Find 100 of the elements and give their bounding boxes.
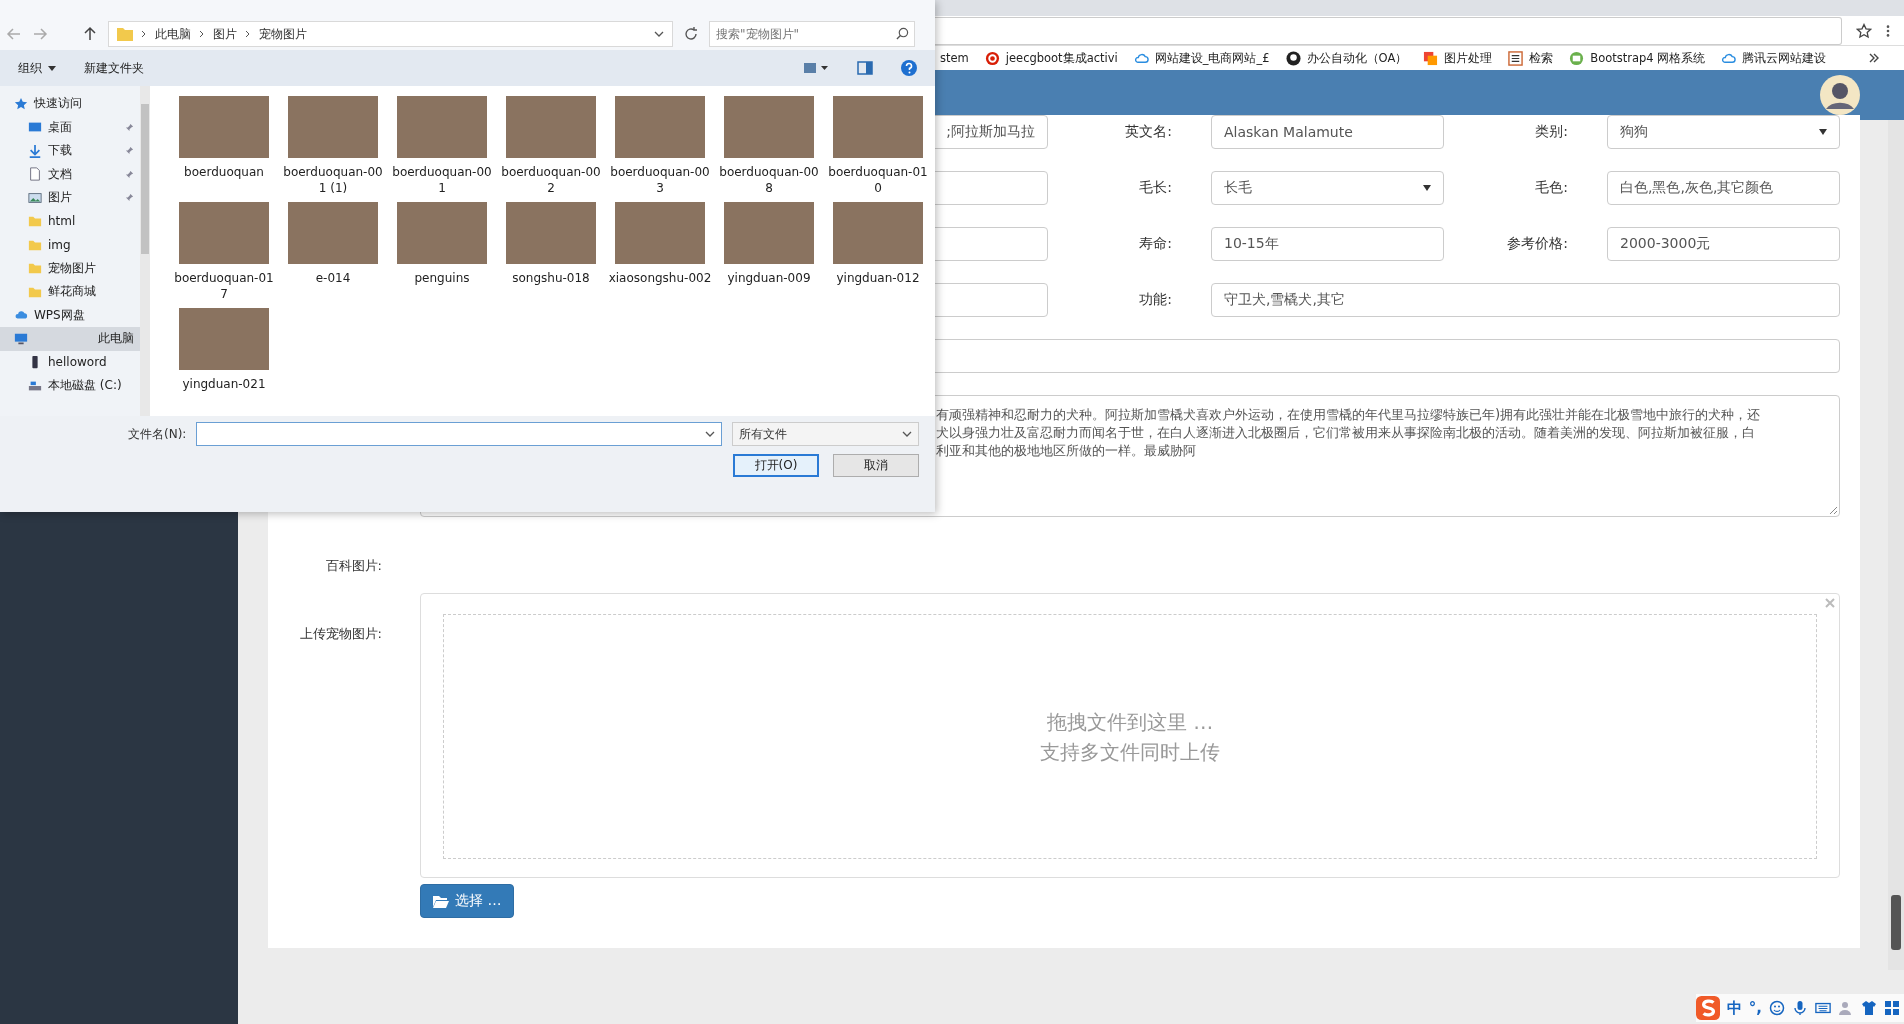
- file-item[interactable]: boerduoquan-001: [390, 96, 494, 196]
- star-icon: [14, 96, 28, 111]
- new-folder-button[interactable]: 新建文件夹: [84, 59, 144, 77]
- select-field[interactable]: 狗狗: [1607, 115, 1840, 149]
- caret-icon[interactable]: [1819, 129, 1827, 135]
- nav-item[interactable]: img: [0, 233, 150, 257]
- chevron-icon[interactable]: [141, 30, 147, 38]
- file-type-select[interactable]: 所有文件: [732, 422, 919, 446]
- bookmark-link[interactable]: Bootstrap4 网格系统: [1569, 50, 1706, 66]
- nav-item[interactable]: 桌面: [0, 115, 150, 139]
- file-item[interactable]: songshu-018: [499, 202, 603, 302]
- file-item[interactable]: boerduoquan-002: [499, 96, 603, 196]
- file-item[interactable]: boerduoquan-003: [608, 96, 712, 196]
- input-field[interactable]: 2000-3000元: [1607, 227, 1840, 261]
- file-item[interactable]: yingduan-021: [172, 308, 276, 392]
- input-field[interactable]: 守卫犬,雪橇犬,其它: [1211, 283, 1840, 317]
- nav-item[interactable]: 图片: [0, 186, 150, 210]
- document-icon[interactable]: [1508, 50, 1524, 66]
- filename-label: 文件名(N):: [128, 425, 187, 443]
- file-item[interactable]: xiaosongshu-002: [608, 202, 712, 302]
- input-field[interactable]: Alaskan Malamute: [1211, 115, 1444, 149]
- preview-pane-icon[interactable]: [857, 60, 873, 76]
- star-icon[interactable]: [1856, 22, 1872, 39]
- caret-icon[interactable]: [902, 431, 912, 437]
- file-item[interactable]: boerduoquan-017: [172, 202, 276, 302]
- bookmark-link[interactable]: stem: [940, 51, 969, 65]
- bookmark-link[interactable]: 网站建设_电商网站_£: [1133, 50, 1270, 66]
- file-item[interactable]: yingduan-012: [826, 202, 930, 302]
- nav-item[interactable]: html: [0, 209, 150, 233]
- file-item[interactable]: penguins: [390, 202, 494, 302]
- chevron-icon[interactable]: [1868, 52, 1880, 64]
- input-mode-toggle[interactable]: 中: [1726, 998, 1742, 1018]
- bookmark-link[interactable]: jeecgboot集成activi: [984, 50, 1118, 66]
- squares-icon[interactable]: [1423, 50, 1439, 66]
- grid-icon[interactable]: [1884, 1000, 1900, 1016]
- search-field[interactable]: 搜索"宠物图片": [709, 21, 915, 47]
- avatar-icon[interactable]: [1820, 75, 1860, 115]
- path-bar[interactable]: 此电脑 图片 宠物图片: [108, 21, 673, 47]
- search-icon[interactable]: [896, 27, 909, 40]
- view-icon[interactable]: [803, 61, 829, 75]
- nav-item[interactable]: 宠物图片: [0, 256, 150, 280]
- nav-item[interactable]: 文档: [0, 162, 150, 186]
- nav-item[interactable]: 鲜花商城: [0, 280, 150, 304]
- keyboard-icon[interactable]: [1815, 1000, 1831, 1016]
- scrollbar[interactable]: [1888, 120, 1904, 970]
- field-label: 百科图片:: [324, 557, 383, 575]
- chevron-icon[interactable]: [245, 30, 251, 38]
- drop-hint: 支持多文件同时上传: [1040, 738, 1220, 766]
- file-item[interactable]: boerduoquan: [172, 96, 276, 196]
- bookmark-link[interactable]: 腾讯云网站建设: [1721, 50, 1827, 66]
- up-arrow-icon[interactable]: [82, 26, 98, 42]
- shirt-icon[interactable]: [1861, 1000, 1877, 1016]
- caret-icon[interactable]: [705, 431, 716, 437]
- path-segment[interactable]: 图片: [213, 25, 237, 43]
- nav-item[interactable]: 本地磁盘 (C:): [0, 374, 150, 398]
- bookmark-link[interactable]: 办公自动化（OA）: [1285, 50, 1408, 66]
- file-item[interactable]: boerduoquan-008: [717, 96, 821, 196]
- caret-icon[interactable]: [1423, 185, 1431, 191]
- pin-icon[interactable]: [125, 122, 134, 132]
- file-item[interactable]: boerduoquan-001 (1): [281, 96, 385, 196]
- field-label: 毛长:: [1138, 179, 1173, 197]
- pin-icon[interactable]: [125, 169, 134, 179]
- choose-button[interactable]: 选择 …: [420, 884, 515, 918]
- organize-menu[interactable]: 组织: [18, 59, 56, 77]
- help-icon[interactable]: [901, 60, 917, 76]
- filename-field[interactable]: [196, 422, 723, 446]
- logo-icon[interactable]: [1285, 50, 1301, 66]
- field-label: 类别:: [1534, 123, 1569, 141]
- microphone-icon[interactable]: [1792, 1000, 1808, 1016]
- nav-item[interactable]: 快速访问: [0, 92, 150, 116]
- input-field[interactable]: 白色,黑色,灰色,其它颜色: [1607, 171, 1840, 205]
- punctuation-toggle[interactable]: °,: [1748, 999, 1762, 1017]
- caret-icon[interactable]: [654, 31, 664, 37]
- chevron-icon[interactable]: [199, 30, 205, 38]
- file-item[interactable]: e-014: [281, 202, 385, 302]
- bookmark-link[interactable]: 图片处理: [1423, 50, 1493, 66]
- cancel-button[interactable]: 取消: [833, 454, 919, 477]
- open-button[interactable]: 打开(O): [733, 454, 819, 477]
- nav-item[interactable]: helloword: [0, 350, 150, 374]
- path-segment[interactable]: 宠物图片: [259, 25, 307, 43]
- smiley-icon[interactable]: [1769, 1000, 1785, 1016]
- picture-icon: [28, 190, 42, 205]
- file-item[interactable]: yingduan-009: [717, 202, 821, 302]
- refresh-icon[interactable]: [683, 26, 699, 42]
- folder-icon: [433, 894, 449, 908]
- path-segment[interactable]: 此电脑: [155, 25, 191, 43]
- bookmark-link[interactable]: 检索: [1508, 50, 1554, 66]
- pin-icon[interactable]: [125, 146, 134, 156]
- menu-icon[interactable]: [1886, 23, 1890, 38]
- resize-grip-icon[interactable]: [1829, 506, 1837, 514]
- select-field[interactable]: 长毛: [1211, 171, 1444, 205]
- nav-item[interactable]: WPS网盘: [0, 303, 150, 327]
- scrollbar[interactable]: [140, 86, 150, 416]
- folder-icon: [28, 261, 42, 276]
- field-label: 英文名:: [1124, 123, 1173, 141]
- pin-icon[interactable]: [125, 193, 134, 203]
- drop-hint: 拖拽文件到这里 …: [1046, 708, 1214, 736]
- nav-item[interactable]: 下载: [0, 139, 150, 163]
- input-field[interactable]: 10-15年: [1211, 227, 1444, 261]
- file-item[interactable]: boerduoquan-010: [826, 96, 930, 196]
